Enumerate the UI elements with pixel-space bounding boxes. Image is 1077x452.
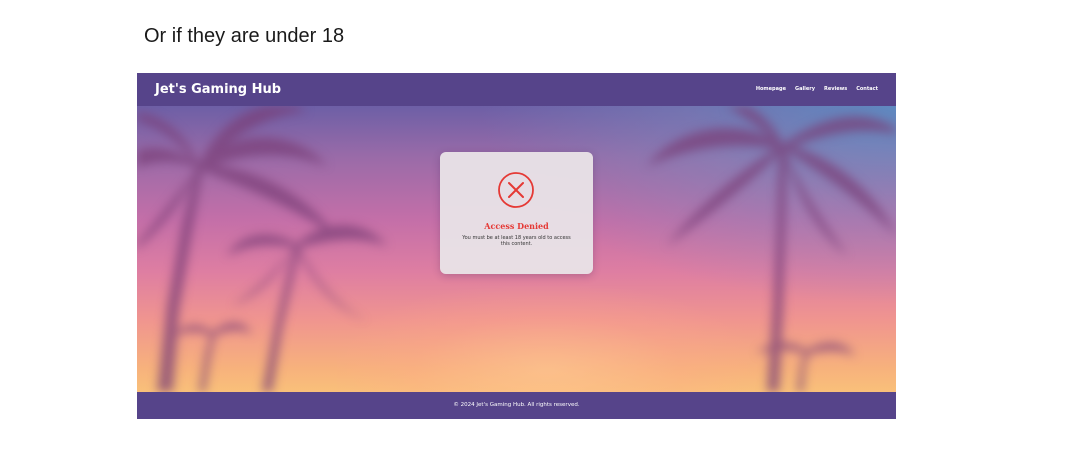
nav-link-homepage[interactable]: Homepage xyxy=(756,85,786,93)
footer-copyright: © 2024 Jet's Gaming Hub. All rights rese… xyxy=(453,402,580,408)
nav-link-gallery[interactable]: Gallery xyxy=(795,85,815,93)
modal-message: You must be at least 18 years old to acc… xyxy=(462,235,571,247)
website-screenshot: Jet's Gaming Hub Homepage Gallery Review… xyxy=(137,73,896,419)
caption-text: Or if they are under 18 xyxy=(144,25,345,47)
nav-link-contact[interactable]: Contact xyxy=(856,85,878,93)
site-footer: © 2024 Jet's Gaming Hub. All rights rese… xyxy=(137,392,896,419)
hero-background: Access Denied You must be at least 18 ye… xyxy=(137,106,896,392)
site-brand[interactable]: Jet's Gaming Hub xyxy=(155,81,281,98)
modal-title: Access Denied xyxy=(484,221,549,231)
x-circle-icon xyxy=(498,172,534,208)
nav-link-reviews[interactable]: Reviews xyxy=(824,85,847,93)
access-denied-modal: Access Denied You must be at least 18 ye… xyxy=(440,152,593,274)
main-nav: Homepage Gallery Reviews Contact xyxy=(756,85,878,93)
site-header: Jet's Gaming Hub Homepage Gallery Review… xyxy=(137,73,896,106)
